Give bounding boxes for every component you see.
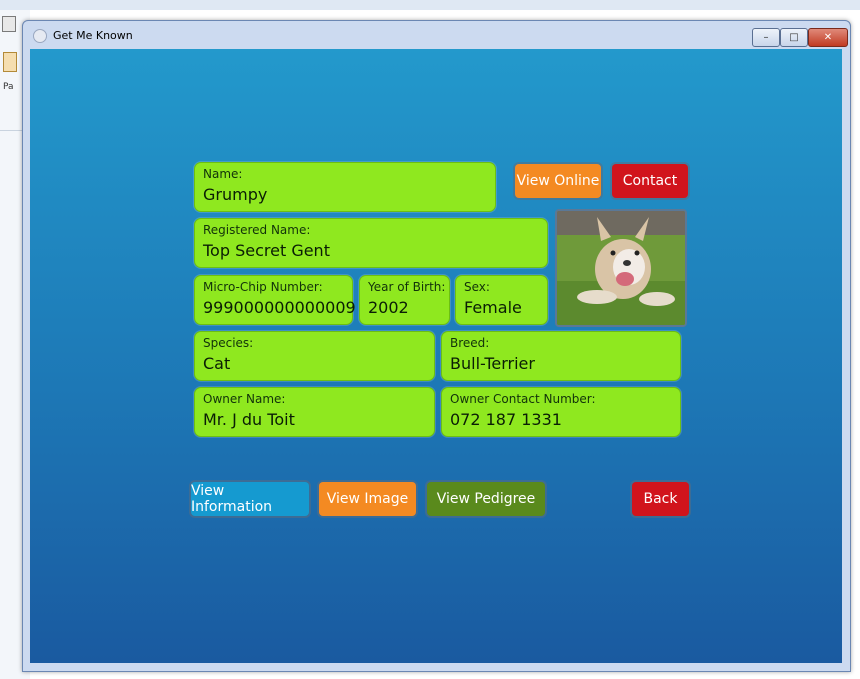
sex-card: Sex: Female <box>455 275 548 325</box>
app-icon <box>33 29 47 43</box>
sex-value: Female <box>464 298 522 317</box>
dog-photo-image <box>557 211 685 325</box>
name-card: Name: Grumpy <box>194 162 496 212</box>
pet-photo <box>555 209 687 327</box>
microchip-value: 999000000000009 <box>203 298 356 317</box>
name-value: Grumpy <box>203 185 268 204</box>
name-label: Name: <box>203 167 243 181</box>
registered-name-card: Registered Name: Top Secret Gent <box>194 218 548 268</box>
view-online-button[interactable]: View Online <box>515 164 601 198</box>
close-button[interactable]: ✕ <box>808 28 848 47</box>
breed-value: Bull-Terrier <box>450 354 535 373</box>
maximize-button[interactable]: □ <box>780 28 808 47</box>
sex-label: Sex: <box>464 280 490 294</box>
owner-name-value: Mr. J du Toit <box>203 410 295 429</box>
owner-contact-card: Owner Contact Number: 072 187 1331 <box>441 387 681 437</box>
app-window: Get Me Known – □ ✕ <box>22 20 851 672</box>
view-information-button[interactable]: View Information <box>191 482 309 516</box>
window-client-area <box>30 49 842 663</box>
species-card: Species: Cat <box>194 331 435 381</box>
background-paste-icon <box>3 52 17 72</box>
year-of-birth-value: 2002 <box>368 298 409 317</box>
minimize-button[interactable]: – <box>752 28 780 47</box>
owner-name-label: Owner Name: <box>203 392 286 406</box>
view-image-button[interactable]: View Image <box>319 482 416 516</box>
contact-button[interactable]: Contact <box>612 164 688 198</box>
species-label: Species: <box>203 336 254 350</box>
registered-name-label: Registered Name: <box>203 223 311 237</box>
microchip-card: Micro-Chip Number: 999000000000009 <box>194 275 356 325</box>
breed-card: Breed: Bull-Terrier <box>441 331 681 381</box>
breed-label: Breed: <box>450 336 490 350</box>
year-of-birth-label: Year of Birth: <box>368 280 446 294</box>
owner-contact-value: 072 187 1331 <box>450 410 562 429</box>
window-title: Get Me Known <box>53 29 133 42</box>
back-button[interactable]: Back <box>632 482 689 516</box>
background-text: Pa <box>3 82 14 92</box>
owner-contact-label: Owner Contact Number: <box>450 392 596 406</box>
year-of-birth-card: Year of Birth: 2002 <box>359 275 450 325</box>
view-pedigree-button[interactable]: View Pedigree <box>427 482 545 516</box>
title-bar[interactable]: Get Me Known – □ ✕ <box>23 21 850 49</box>
microchip-label: Micro-Chip Number: <box>203 280 323 294</box>
background-toolbar <box>0 0 860 10</box>
registered-name-value: Top Secret Gent <box>203 241 330 260</box>
owner-name-card: Owner Name: Mr. J du Toit <box>194 387 435 437</box>
background-document-icon <box>2 16 16 32</box>
species-value: Cat <box>203 354 231 373</box>
